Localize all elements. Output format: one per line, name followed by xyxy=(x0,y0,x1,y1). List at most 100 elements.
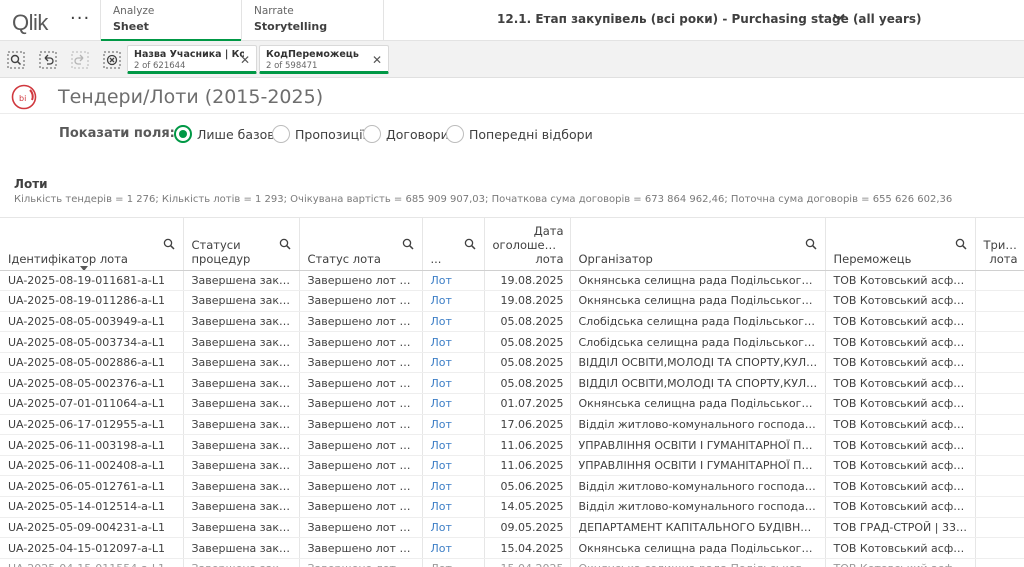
column-header-organizer[interactable]: Організатор xyxy=(570,218,826,271)
cell-lot-link[interactable]: Лот xyxy=(422,475,485,498)
page-title: Тендери/Лоти (2015-2025) xyxy=(58,86,324,108)
table-row[interactable]: UA-2025-06-11-003198-a-L1 Завершена закуп… xyxy=(0,434,1024,456)
cell-lot-link[interactable]: Лот xyxy=(422,311,485,333)
cell-lot-link[interactable]: Лот xyxy=(422,434,485,456)
radio-contracts[interactable]: Договори xyxy=(363,124,449,144)
tab-narrate-storytelling[interactable]: Narrate Storytelling xyxy=(242,0,384,41)
search-icon[interactable] xyxy=(163,238,175,250)
cell-winner: ТОВ Котовський асфаль... xyxy=(825,455,976,477)
cell-procedure-status: Завершена закупі... xyxy=(183,558,300,567)
table-row[interactable]: UA-2025-08-19-011681-a-L1 Завершена закуп… xyxy=(0,270,1024,292)
table-row[interactable]: UA-2025-06-17-012955-a-L1 Завершена закуп… xyxy=(0,414,1024,436)
selection-chip-participant[interactable]: Назва Учасника | Ко... 2 of 621644 ✕ xyxy=(127,45,257,74)
table-row[interactable]: UA-2025-08-19-011286-a-L1 Завершена закуп… xyxy=(0,290,1024,312)
close-icon[interactable]: ✕ xyxy=(240,53,250,67)
cell-announce-date: 11.06.2025 xyxy=(484,434,571,456)
radio-prequalifications[interactable]: Попередні відбори xyxy=(446,124,593,144)
clear-all-selections-icon[interactable] xyxy=(103,51,121,69)
cell-lot-link[interactable]: Лот xyxy=(422,393,485,415)
column-header-procedure-status[interactable]: Статуси процедур xyxy=(183,218,300,271)
step-forward-icon[interactable] xyxy=(71,51,89,69)
cell-duration xyxy=(975,537,1024,559)
cell-winner: ТОВ Котовський асфаль... xyxy=(825,393,976,415)
search-icon[interactable] xyxy=(955,238,967,250)
tab-analyze-sheet[interactable]: Analyze Sheet xyxy=(100,0,242,42)
table-row[interactable]: UA-2025-08-05-003734-a-L1 Завершена закуп… xyxy=(0,331,1024,353)
search-icon[interactable] xyxy=(402,238,414,250)
cell-lot-link[interactable]: Лот xyxy=(422,558,485,567)
cell-organizer: Окнянська селищна рада Подільського рай.… xyxy=(570,558,826,567)
cell-winner: ТОВ Котовський асфаль... xyxy=(825,372,976,395)
cell-lot-id: UA-2025-08-05-003734-a-L1 xyxy=(0,331,184,353)
cell-announce-date: 19.08.2025 xyxy=(484,270,571,292)
cell-lot-link[interactable]: Лот xyxy=(422,352,485,374)
column-header-announce-date[interactable]: Дата оголошення лота xyxy=(484,218,571,271)
cell-organizer: Відділ житлово-комунального господарств.… xyxy=(570,496,826,518)
cell-lot-id: UA-2025-08-05-002376-a-L1 xyxy=(0,372,184,395)
cell-lot-status: Завершено лот зак... xyxy=(299,331,423,353)
table-row[interactable]: UA-2025-05-09-004231-a-L1 Завершена закуп… xyxy=(0,517,1024,539)
cell-lot-link[interactable]: Лот xyxy=(422,270,485,292)
tab-narrate-label: Narrate xyxy=(254,5,294,17)
cell-lot-link[interactable]: Лот xyxy=(422,290,485,312)
search-icon[interactable] xyxy=(805,238,817,250)
radio-proposals[interactable]: Пропозиції xyxy=(272,124,366,144)
cell-announce-date: 15.04.2025 xyxy=(484,558,571,567)
cell-lot-id: UA-2025-06-17-012955-a-L1 xyxy=(0,414,184,436)
cell-procedure-status: Завершена закупі... xyxy=(183,331,300,353)
radio-basic-only[interactable]: Лише базові xyxy=(174,124,278,144)
radio-selected-icon xyxy=(174,125,192,143)
table-row[interactable]: UA-2025-08-05-002376-a-L1 Завершена закуп… xyxy=(0,372,1024,395)
table-row[interactable]: UA-2025-08-05-002886-a-L1 Завершена закуп… xyxy=(0,352,1024,374)
cell-lot-link[interactable]: Лот xyxy=(422,537,485,559)
cell-lot-link[interactable]: Лот xyxy=(422,455,485,477)
table-row[interactable]: UA-2025-06-05-012761-a-L1 Завершена закуп… xyxy=(0,475,1024,498)
smart-search-icon[interactable] xyxy=(7,51,25,69)
cell-announce-date: 15.04.2025 xyxy=(484,537,571,559)
close-icon[interactable]: ✕ xyxy=(372,53,382,67)
cell-winner: ТОВ ГРАД-СТРОЙ | 333... xyxy=(825,517,976,539)
header-divider xyxy=(0,113,1024,114)
column-header-lot-status[interactable]: Статус лота xyxy=(299,218,423,271)
cell-lot-link[interactable]: Лот xyxy=(422,372,485,395)
cell-lot-link[interactable]: Лот xyxy=(422,496,485,518)
cell-lot-link[interactable]: Лот xyxy=(422,331,485,353)
column-header-duration[interactable]: Трива... лота xyxy=(975,218,1024,271)
chevron-down-icon[interactable] xyxy=(832,10,846,24)
search-icon[interactable] xyxy=(464,238,476,250)
cell-procedure-status: Завершена закупі... xyxy=(183,455,300,477)
selection-count: 2 of 598471 xyxy=(266,61,318,71)
column-header-label: Переможець xyxy=(833,251,912,266)
table-header-row: Ідентифікатор лота Статуси процедур Стат… xyxy=(0,218,1024,271)
more-menu-icon[interactable]: ··· xyxy=(70,8,90,29)
cell-lot-id: UA-2025-05-14-012514-a-L1 xyxy=(0,496,184,518)
radio-unselected-icon xyxy=(446,125,464,143)
table-row[interactable]: UA-2025-04-15-012097-a-L1 Завершена закуп… xyxy=(0,537,1024,559)
sort-descending-icon xyxy=(80,265,88,269)
cell-lot-id: UA-2025-06-11-003198-a-L1 xyxy=(0,434,184,456)
svg-text:bi: bi xyxy=(19,94,26,103)
radio-unselected-icon xyxy=(363,125,381,143)
table-row[interactable]: UA-2025-08-05-003949-a-L1 Завершена закуп… xyxy=(0,311,1024,333)
qlik-logo[interactable]: Qlik xyxy=(12,10,48,36)
cell-lot-link[interactable]: Лот xyxy=(422,517,485,539)
cell-lot-link[interactable]: Лот xyxy=(422,414,485,436)
selection-chip-winner-code[interactable]: КодПереможець 2 of 598471 ✕ xyxy=(259,45,389,74)
lots-summary: Кількість тендерів = 1 276; Кількість ло… xyxy=(14,194,953,205)
cell-lot-id: UA-2025-08-05-002886-a-L1 xyxy=(0,352,184,374)
cell-procedure-status: Завершена закупі... xyxy=(183,434,300,456)
column-header-lot-id[interactable]: Ідентифікатор лота xyxy=(0,218,184,271)
search-icon[interactable] xyxy=(279,238,291,250)
column-header-label: Ідентифікатор лота xyxy=(8,251,128,266)
table-row[interactable]: UA-2025-06-11-002408-a-L1 Завершена закуп… xyxy=(0,455,1024,477)
tab-sheet-label: Sheet xyxy=(113,20,149,33)
table-row[interactable]: UA-2025-07-01-011064-a-L1 Завершена закуп… xyxy=(0,393,1024,415)
column-header-winner[interactable]: Переможець xyxy=(825,218,976,271)
top-navigation-bar: Qlik ··· Analyze Sheet Narrate Storytell… xyxy=(0,0,1024,42)
table-row[interactable]: UA-2025-05-14-012514-a-L1 Завершена закуп… xyxy=(0,496,1024,518)
table-row[interactable]: UA-2025-04-15-011554-a-L1Завершена закуп… xyxy=(0,558,1024,567)
column-header-link[interactable]: ... xyxy=(422,218,485,271)
step-back-icon[interactable] xyxy=(39,51,57,69)
radio-label: Пропозиції xyxy=(295,126,367,142)
sheet-title-dropdown[interactable]: 12.1. Етап закупівель (всі роки) - Purch… xyxy=(497,12,922,26)
